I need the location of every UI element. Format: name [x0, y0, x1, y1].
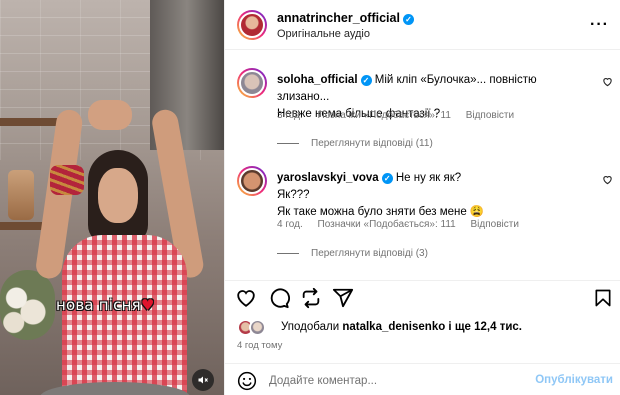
verified-badge-icon: ✓ [381, 173, 393, 184]
caption-text: нова пісня [56, 296, 141, 314]
likes-count[interactable]: і ще 12,4 тис. [445, 321, 522, 333]
view-replies-label[interactable]: Переглянути відповіді (3) [311, 248, 428, 259]
likes-text: Уподобали natalka_denisenko і ще 12,4 ти… [281, 321, 522, 333]
likes-prefix: Уподобали [281, 321, 343, 333]
verified-badge-icon: ✓ [402, 14, 414, 25]
comment-text-line3: Як таке можна було зняти без мене 😩 [277, 206, 485, 218]
comment-icon[interactable] [268, 287, 292, 311]
view-replies-label[interactable]: Переглянути відповіді (11) [311, 138, 433, 149]
liker-username[interactable]: natalka_denisenko [342, 321, 445, 333]
post-author[interactable]: annatrincher_official ✓ [277, 11, 414, 25]
post-header: annatrincher_official ✓ Оригінальне аудіо… [225, 0, 620, 50]
avatar [249, 319, 266, 336]
video-caption: нова пісня♥ [56, 296, 155, 314]
publish-button[interactable]: Опублікувати [535, 374, 613, 386]
avatar[interactable] [237, 68, 267, 98]
hands [88, 100, 132, 130]
emoji-icon[interactable] [237, 371, 257, 391]
gingham-dress [62, 235, 187, 395]
comment-text-line2: Як??? [277, 189, 310, 201]
face [98, 168, 138, 223]
comment-body: yaroslavskyi_vova ✓ Не ну як як? Як??? Як… [277, 170, 577, 221]
avatar[interactable] [237, 10, 267, 40]
more-horizontal-icon[interactable]: ··· [590, 16, 609, 34]
avatar[interactable] [237, 166, 267, 196]
verified-badge-icon: ✓ [360, 75, 372, 86]
comment-time: 3 год. [277, 110, 303, 121]
speaker-muted-icon[interactable] [192, 369, 214, 391]
reply-button[interactable]: Відповісти [466, 110, 514, 121]
reply-button[interactable]: Відповісти [471, 219, 519, 230]
bookmark-icon[interactable] [593, 287, 617, 311]
divider [277, 252, 299, 254]
heart-icon[interactable] [602, 76, 613, 90]
heart-icon[interactable] [602, 174, 613, 188]
comment-username[interactable]: soloha_official [277, 74, 358, 86]
repost-icon[interactable] [300, 287, 324, 311]
flowers [0, 270, 55, 340]
post-side-panel: annatrincher_official ✓ Оригінальне аудіо… [224, 0, 620, 395]
post-actions [225, 280, 620, 316]
comment-time: 4 год. [277, 219, 303, 230]
view-replies-button[interactable]: Переглянути відповіді (3) [277, 248, 428, 259]
comment-meta: 4 год. Позначки «Подобається»: 111 Відпо… [277, 219, 531, 230]
jar [8, 170, 34, 220]
speaker-muted-icon-graphic [198, 376, 208, 384]
comment-username[interactable]: yaroslavskyi_vova [277, 172, 379, 184]
post-time: 4 год тому [237, 340, 283, 351]
comment-likes-count[interactable]: Позначки «Подобається»: 11 [318, 110, 451, 121]
audio-label[interactable]: Оригінальне аудіо [277, 28, 370, 40]
comment-likes-count[interactable]: Позначки «Подобається»: 111 [318, 219, 456, 230]
post-media[interactable]: нова пісня♥ [0, 0, 224, 395]
send-icon[interactable] [332, 287, 356, 311]
divider [277, 142, 299, 144]
heart-emoji: ♥ [140, 296, 155, 314]
woman-figure [34, 100, 206, 395]
bracelets [50, 165, 84, 195]
view-replies-button[interactable]: Переглянути відповіді (11) [277, 138, 433, 149]
comment-text: Не ну як як? [395, 172, 462, 184]
post-author-username[interactable]: annatrincher_official [277, 11, 400, 25]
heart-icon[interactable] [235, 287, 259, 311]
add-comment-bar: Опублікувати [225, 363, 620, 395]
comment-input[interactable] [269, 371, 529, 391]
comment-meta: 3 год. Позначки «Подобається»: 11 Відпов… [277, 110, 526, 121]
